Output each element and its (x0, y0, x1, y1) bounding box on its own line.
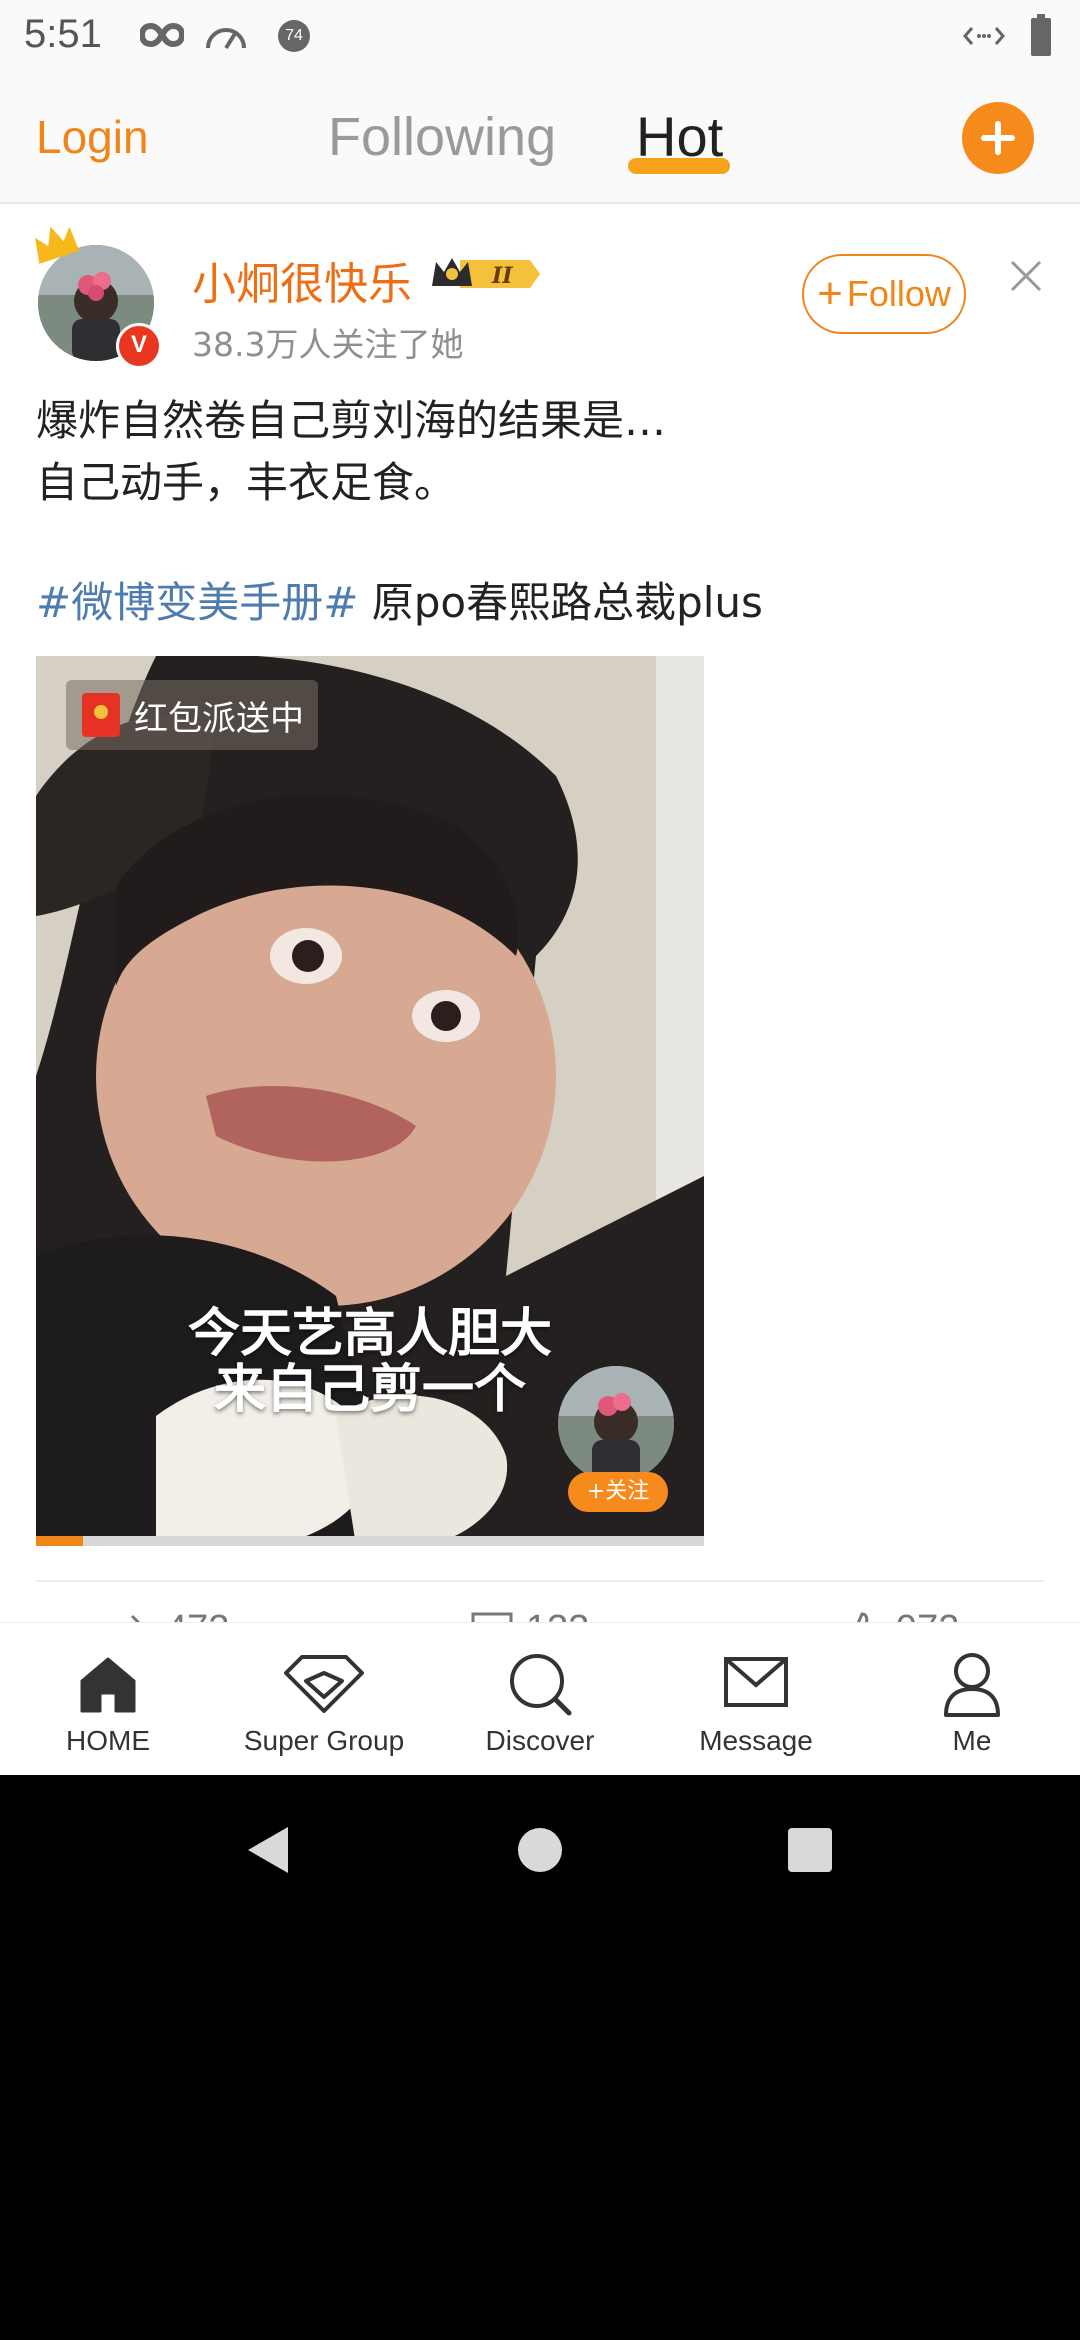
nav-message[interactable]: Message (648, 1623, 864, 1775)
close-icon[interactable] (1008, 258, 1044, 294)
nav-label: Discover (485, 1725, 595, 1756)
post-spacer (36, 514, 1046, 572)
video-thumbnail[interactable]: 红包派送中 今天艺高人胆大 来自己剪一个 +关注 (36, 656, 704, 1546)
post-source: 原po春熙路总裁plus (358, 578, 763, 627)
follow-label: Follow (846, 273, 951, 314)
active-tab-indicator (628, 158, 730, 174)
plus-icon (981, 121, 1015, 155)
author-name[interactable]: 小炯很快乐 (192, 248, 412, 312)
login-link[interactable]: Login (36, 110, 149, 164)
nav-discover[interactable]: Discover (432, 1623, 648, 1775)
status-bar: 5:51 74 (0, 0, 1080, 72)
nav-label: HOME (66, 1725, 150, 1756)
app-screen: 5:51 74 Login Following Hot V 小炯很快乐 II 3… (0, 0, 1080, 1775)
post-text-line: 自己动手，丰衣足食。 (36, 458, 457, 507)
home-icon (80, 1657, 136, 1713)
mail-icon (724, 1657, 788, 1707)
verified-badge: V (116, 323, 162, 369)
infinity-icon (140, 22, 184, 48)
post-hashtag-line: #微博变美手册# 原po春熙路总裁plus (36, 572, 1046, 634)
video-follow-button[interactable]: +关注 (568, 1472, 668, 1512)
crown-icon (35, 226, 80, 264)
back-icon[interactable] (242, 1823, 294, 1877)
video-progress-fill (36, 1536, 83, 1546)
nav-label: Message (699, 1725, 813, 1756)
avatar-image (558, 1366, 674, 1482)
red-packet-label: 红包派送中 (134, 698, 304, 739)
top-header: Login Following Hot (0, 72, 1080, 204)
caption-line: 今天艺高人胆大 (187, 1304, 552, 1364)
nav-home[interactable]: HOME (0, 1623, 216, 1775)
action-divider (36, 1580, 1044, 1582)
recents-square-icon[interactable] (786, 1823, 834, 1877)
data-arrows-icon (963, 27, 1005, 45)
search-icon (510, 1654, 572, 1716)
system-navigation-bar (0, 1775, 1080, 2340)
battery-icon (1031, 14, 1051, 56)
red-packet-badge[interactable]: 红包派送中 (66, 680, 318, 750)
nav-super-group[interactable]: Super Group (216, 1623, 432, 1775)
post-text-line: 爆炸自然卷自己剪刘海的结果是… (36, 396, 667, 445)
nav-label: Super Group (243, 1725, 405, 1756)
speedometer-icon (206, 28, 246, 50)
nav-me[interactable]: Me (864, 1623, 1080, 1775)
vip-level-badge-icon: II (432, 258, 540, 289)
home-circle-icon[interactable] (516, 1823, 564, 1877)
post-body: 爆炸自然卷自己剪刘海的结果是… 自己动手，丰衣足食。 #微博变美手册# 原po春… (36, 390, 1046, 634)
red-packet-icon (82, 693, 120, 737)
follower-count: 38.3万人关注了她 (192, 325, 464, 364)
compose-button[interactable] (962, 102, 1034, 174)
follow-button[interactable]: + Follow (802, 254, 966, 334)
tab-following[interactable]: Following (328, 106, 556, 168)
bottom-navigation: HOME Super Group Discover Message Me (0, 1622, 1080, 1775)
status-time: 5:51 (24, 12, 102, 56)
svg-text:II: II (491, 263, 513, 289)
diamond-icon (284, 1655, 364, 1713)
nav-label: Me (952, 1725, 992, 1756)
person-icon (944, 1653, 1000, 1717)
video-author-avatar[interactable] (558, 1366, 674, 1482)
follow-plus-icon: + (817, 269, 843, 318)
hashtag-link[interactable]: #微博变美手册# (36, 578, 358, 627)
video-progress-bar[interactable] (36, 1536, 704, 1546)
notification-badge: 74 (278, 20, 310, 52)
